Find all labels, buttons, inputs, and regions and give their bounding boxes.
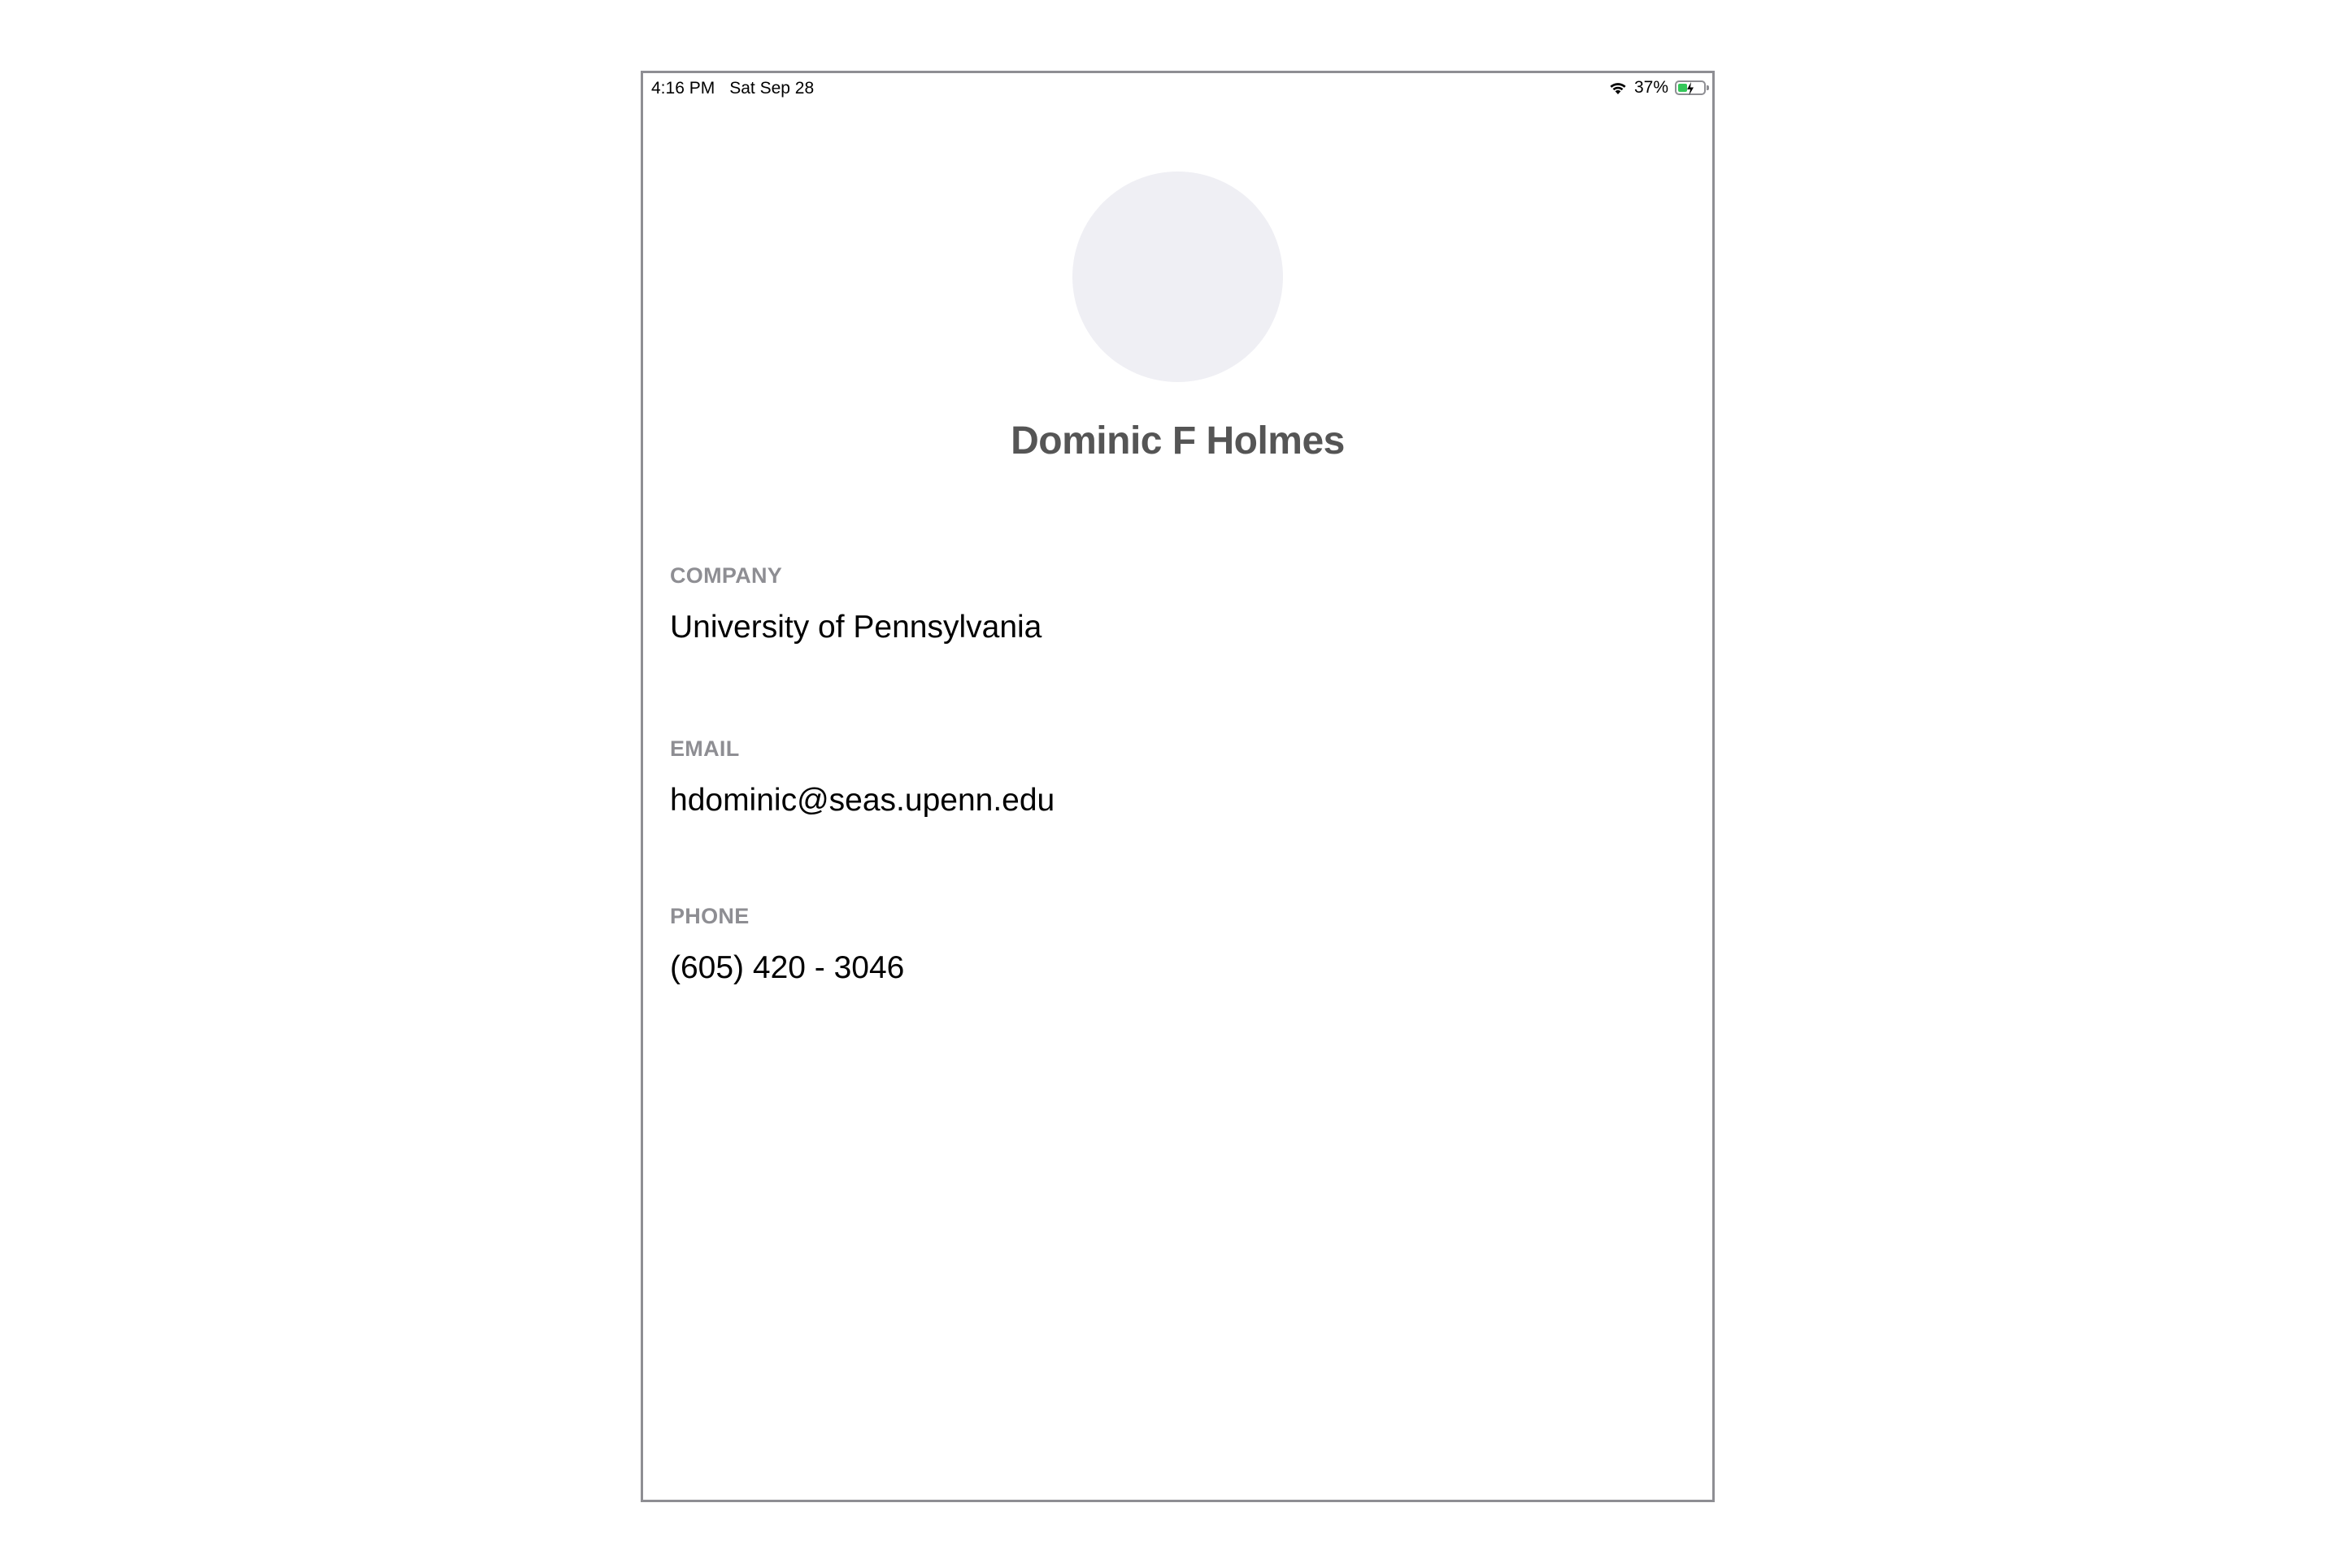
- company-label: COMPANY: [670, 563, 783, 588]
- status-time: 4:16 PM: [651, 79, 715, 98]
- status-indicators: 37%: [1608, 78, 1709, 98]
- email-label: EMAIL: [670, 736, 740, 761]
- wifi-icon: [1608, 80, 1628, 95]
- charging-bolt-icon: [1687, 82, 1694, 95]
- company-field: COMPANY University of Pennsylvania: [670, 563, 1685, 645]
- phone-value[interactable]: (605) 420 - 3046: [670, 950, 1685, 986]
- battery-percent: 37%: [1633, 78, 1668, 97]
- status-time-date: 4:16 PM Sat Sep 28: [651, 79, 814, 98]
- status-date: Sat Sep 28: [729, 79, 815, 98]
- phone-label: PHONE: [670, 904, 750, 928]
- battery-charging-icon: [1675, 80, 1709, 95]
- email-value[interactable]: hdominic@seas.upenn.edu: [670, 783, 1685, 819]
- status-bar: 4:16 PM Sat Sep 28 37%: [643, 73, 1712, 106]
- contact-name: Dominic F Holmes: [1011, 419, 1345, 463]
- device-screen: 4:16 PM Sat Sep 28 37% Dominic F Holmes C…: [641, 71, 1715, 1502]
- avatar: [1072, 172, 1283, 382]
- email-field: EMAIL hdominic@seas.upenn.edu: [670, 736, 1685, 819]
- company-value: University of Pennsylvania: [670, 610, 1042, 645]
- phone-field: PHONE (605) 420 - 3046: [670, 904, 1685, 986]
